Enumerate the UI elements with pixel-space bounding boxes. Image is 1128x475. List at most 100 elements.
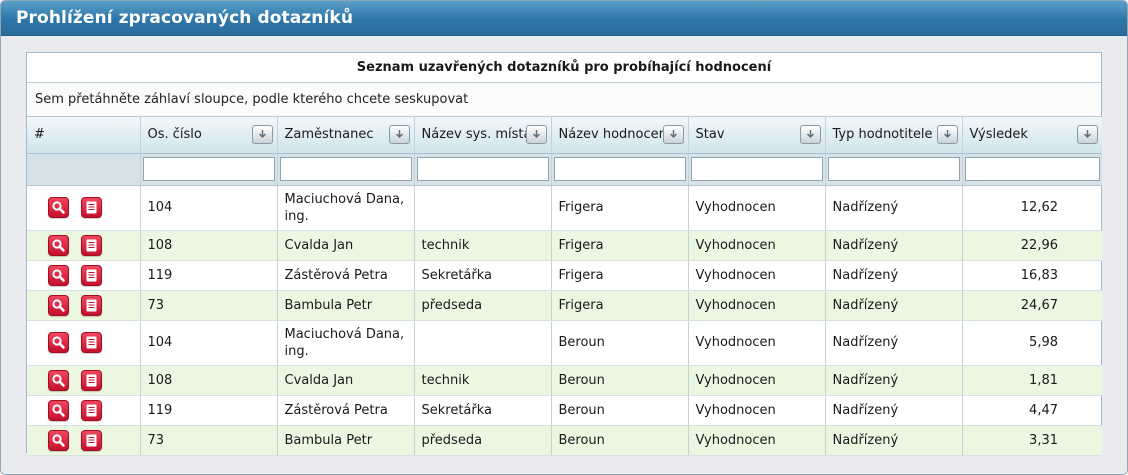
column-menu-button[interactable] (799, 125, 821, 144)
arrow-down-icon (943, 130, 951, 138)
group-by-drop-area[interactable]: Sem přetáhněte záhlaví sloupce, podle kt… (27, 83, 1101, 117)
cell-stav: Vyhodnocen (688, 185, 826, 231)
column-menu-button[interactable] (936, 125, 958, 144)
column-header-index: # (27, 117, 141, 154)
table-row: 104 Maciuchová Dana, ing. Beroun Vyhodnocen… (27, 320, 1102, 366)
open-document-button[interactable] (81, 234, 102, 256)
magnifier-icon (51, 335, 66, 350)
open-document-button[interactable] (81, 264, 102, 286)
cell-os-cislo: 119 (140, 395, 278, 426)
open-document-button[interactable] (81, 369, 102, 391)
document-icon (84, 335, 99, 350)
view-detail-button[interactable] (48, 234, 69, 256)
column-menu-button[interactable] (251, 125, 273, 144)
filter-nazev-sys-mista-input[interactable] (416, 157, 549, 181)
column-header-stav[interactable]: Stav (688, 117, 826, 154)
column-menu-button[interactable] (388, 125, 410, 144)
filter-stav-input[interactable] (690, 157, 823, 181)
table-row: 73 Bambula Petr předseda Beroun Vyhodnocen Na… (27, 425, 1102, 456)
row-actions (34, 197, 139, 218)
column-header-zamestnanec[interactable]: Zaměstnanec (277, 117, 415, 154)
column-header-os-cislo[interactable]: Os. číslo (140, 117, 278, 154)
cell-typ-hodnotitele: Nadřízený (825, 320, 963, 366)
column-menu-button[interactable] (1077, 125, 1098, 144)
grid-body: 104 Maciuchová Dana, ing. Frigera Vyhodnoce… (27, 185, 1102, 456)
column-header-nazev-sys-mista[interactable]: Název sys. místa (414, 117, 552, 154)
cell-nazev-sys-mista (414, 185, 552, 231)
view-detail-button[interactable] (48, 332, 69, 353)
cell-nazev-hodnoceni: Frigera (551, 230, 689, 261)
document-icon (84, 298, 99, 313)
filter-typ-hodnotitele-input[interactable] (827, 157, 960, 181)
cell-nazev-hodnoceni: Beroun (551, 395, 689, 426)
filter-zamestnanec-input[interactable] (279, 157, 412, 181)
document-icon (84, 268, 99, 283)
cell-os-cislo: 73 (140, 425, 278, 456)
cell-actions (27, 425, 141, 456)
cell-vysledek: 3,31 (962, 425, 1102, 456)
panel-title: Prohlížení zpracovaných dotazníků (16, 8, 354, 28)
open-document-button[interactable] (81, 197, 102, 218)
view-detail-button[interactable] (48, 429, 69, 451)
document-icon (84, 238, 99, 253)
open-document-button[interactable] (81, 399, 102, 421)
arrow-down-icon (532, 130, 540, 138)
open-document-button[interactable] (81, 429, 102, 451)
magnifier-icon (51, 298, 66, 313)
grid-caption: Seznam uzavřených dotazníků pro probíhaj… (27, 53, 1101, 83)
cell-typ-hodnotitele: Nadřízený (825, 260, 963, 291)
row-actions (34, 332, 139, 353)
magnifier-icon (51, 373, 66, 388)
column-header-vysledek[interactable]: Výsledek (962, 117, 1102, 154)
cell-nazev-hodnoceni: Beroun (551, 365, 689, 396)
filter-os-cislo-input[interactable] (142, 157, 275, 181)
cell-stav: Vyhodnocen (688, 260, 826, 291)
cell-zamestnanec: Bambula Petr (277, 425, 415, 456)
column-header-label: Os. číslo (147, 127, 202, 143)
view-detail-button[interactable] (48, 264, 69, 286)
filter-cell (277, 153, 415, 186)
filter-nazev-hodnoceni-input[interactable] (553, 157, 686, 181)
cell-zamestnanec: Zástěrová Petra (277, 260, 415, 291)
cell-vysledek: 24,67 (962, 290, 1102, 321)
column-menu-button[interactable] (525, 125, 547, 144)
cell-typ-hodnotitele: Nadřízený (825, 365, 963, 396)
row-actions (34, 294, 139, 316)
cell-actions (27, 230, 141, 261)
magnifier-icon (51, 200, 66, 215)
open-document-button[interactable] (81, 332, 102, 353)
column-header-label: Stav (695, 127, 725, 143)
column-header-typ-hodnotitele[interactable]: Typ hodnotitele (825, 117, 963, 154)
filter-vysledek-input[interactable] (964, 157, 1100, 181)
cell-nazev-hodnoceni: Beroun (551, 425, 689, 456)
cell-vysledek: 1,81 (962, 365, 1102, 396)
arrow-down-icon (395, 130, 403, 138)
cell-zamestnanec: Maciuchová Dana, ing. (277, 185, 415, 231)
view-detail-button[interactable] (48, 197, 69, 218)
column-menu-button[interactable] (662, 125, 684, 144)
document-icon (84, 373, 99, 388)
cell-nazev-sys-mista: Sekretářka (414, 260, 552, 291)
row-actions (34, 234, 139, 256)
view-detail-button[interactable] (48, 399, 69, 421)
row-actions (34, 429, 139, 451)
view-detail-button[interactable] (48, 294, 69, 316)
arrow-down-icon (806, 130, 814, 138)
cell-stav: Vyhodnocen (688, 230, 826, 261)
cell-actions (27, 260, 141, 291)
cell-zamestnanec: Maciuchová Dana, ing. (277, 320, 415, 366)
cell-typ-hodnotitele: Nadřízený (825, 290, 963, 321)
magnifier-icon (51, 433, 66, 448)
document-icon (84, 200, 99, 215)
cell-nazev-sys-mista: technik (414, 230, 552, 261)
open-document-button[interactable] (81, 294, 102, 316)
column-header-nazev-hodnoceni[interactable]: Název hodnocení (551, 117, 689, 154)
view-detail-button[interactable] (48, 369, 69, 391)
cell-zamestnanec: Bambula Petr (277, 290, 415, 321)
cell-stav: Vyhodnocen (688, 425, 826, 456)
magnifier-icon (51, 238, 66, 253)
cell-stav: Vyhodnocen (688, 290, 826, 321)
cell-actions (27, 290, 141, 321)
magnifier-icon (51, 403, 66, 418)
cell-os-cislo: 73 (140, 290, 278, 321)
